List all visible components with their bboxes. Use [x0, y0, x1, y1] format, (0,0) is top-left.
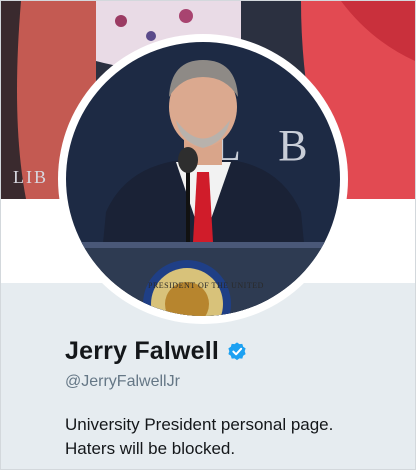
profile-info: Jerry Falwell @JerryFalwellJr University…	[1, 283, 415, 469]
bio: University President personal page. Hate…	[65, 415, 334, 458]
banner-sign-text: LIB	[13, 167, 48, 187]
handle[interactable]: @JerryFalwellJr	[65, 373, 180, 391]
verified-badge-icon	[226, 341, 248, 363]
avatar[interactable]: L B R PRESIDENT OF THE UNI	[66, 42, 340, 316]
profile-card: LIB L B R	[0, 0, 416, 470]
name-row: Jerry Falwell	[65, 337, 248, 366]
display-name[interactable]: Jerry Falwell	[65, 337, 219, 366]
